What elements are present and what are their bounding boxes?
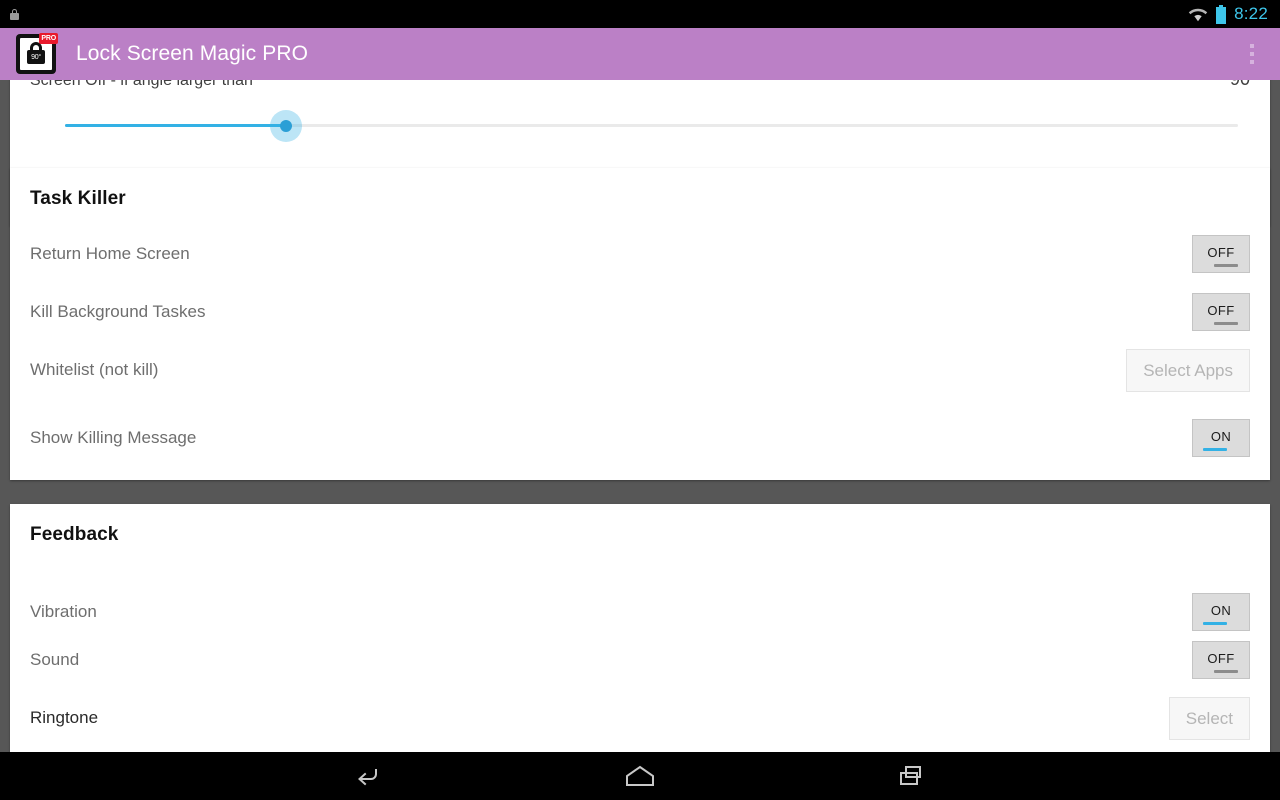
switch-kill-background-taskes-state: OFF — [1207, 302, 1235, 318]
settings-scroll-area[interactable]: Screen Off - if angle larger than 90 Tas… — [0, 80, 1280, 752]
wifi-icon — [1188, 8, 1208, 21]
switch-kill-background-taskes-thumb — [1214, 322, 1238, 325]
lock-icon — [10, 8, 19, 20]
battery-icon — [1216, 4, 1227, 24]
task-killer-card: Task Killer Return Home Screen OFF Kill … — [10, 168, 1270, 480]
pro-badge: PRO — [39, 33, 58, 44]
feedback-card: Feedback Vibration ON Sound OFF Ringtone… — [10, 504, 1270, 752]
switch-vibration[interactable]: ON — [1192, 593, 1250, 631]
screen-off-angle-header: Screen Off - if angle larger than 90 — [30, 80, 1250, 90]
feedback-title: Feedback — [30, 524, 119, 545]
row-show-killing-message[interactable]: Show Killing Message ON — [10, 414, 1270, 462]
angle-slider-fill — [65, 124, 282, 127]
task-killer-title: Task Killer — [30, 188, 126, 209]
switch-return-home-screen-state: OFF — [1207, 244, 1235, 260]
app-bar: 90° PRO Lock Screen Magic PRO — [0, 28, 1280, 80]
switch-vibration-state: ON — [1210, 602, 1232, 618]
recents-icon[interactable] — [876, 754, 948, 798]
switch-return-home-screen[interactable]: OFF — [1192, 235, 1250, 273]
select-apps-button[interactable]: Select Apps — [1126, 348, 1250, 392]
switch-show-killing-message-thumb — [1203, 448, 1227, 451]
row-sound[interactable]: Sound OFF — [10, 636, 1270, 684]
back-icon[interactable] — [332, 754, 404, 798]
android-screen: 8:22 90° PRO Lock Screen Magic PRO Scree… — [0, 0, 1280, 800]
switch-return-home-screen-thumb — [1214, 264, 1238, 267]
switch-sound[interactable]: OFF — [1192, 641, 1250, 679]
row-return-home-screen[interactable]: Return Home Screen OFF — [10, 230, 1270, 278]
switch-sound-state: OFF — [1207, 650, 1235, 666]
switch-vibration-thumb — [1203, 622, 1227, 625]
label-sound: Sound — [30, 650, 80, 669]
overflow-menu-icon[interactable] — [1234, 32, 1270, 76]
row-ringtone[interactable]: Ringtone Select — [10, 694, 1270, 742]
app-icon-degree-label: 90° — [31, 54, 41, 61]
status-bar: 8:22 — [0, 0, 1280, 28]
row-whitelist-not-kill[interactable]: Whitelist (not kill) Select Apps — [10, 346, 1270, 394]
app-icon-lock-90[interactable]: 90° PRO — [16, 33, 58, 74]
home-icon[interactable] — [604, 754, 676, 798]
switch-kill-background-taskes[interactable]: OFF — [1192, 293, 1250, 331]
select-ringtone-button[interactable]: Select — [1168, 696, 1250, 740]
row-kill-background-taskes[interactable]: Kill Background Taskes OFF — [10, 288, 1270, 336]
label-show-killing-message: Show Killing Message — [30, 428, 197, 447]
app-title: Lock Screen Magic PRO — [76, 42, 309, 65]
screen-off-angle-label: Screen Off - if angle larger than — [30, 80, 253, 89]
angle-slider-thumb[interactable] — [280, 120, 292, 132]
label-vibration: Vibration — [30, 602, 97, 621]
label-whitelist-not-kill: Whitelist (not kill) — [30, 360, 159, 379]
navigation-bar — [0, 752, 1280, 800]
label-ringtone: Ringtone — [30, 708, 99, 727]
angle-slider[interactable] — [30, 98, 1250, 154]
status-bar-left — [10, 8, 1188, 20]
switch-sound-thumb — [1214, 670, 1238, 673]
label-kill-background-taskes: Kill Background Taskes — [30, 302, 206, 321]
status-bar-clock: 8:22 — [1234, 4, 1268, 23]
label-return-home-screen: Return Home Screen — [30, 244, 190, 263]
switch-show-killing-message-state: ON — [1210, 428, 1232, 444]
screen-off-angle-value: 90 — [1230, 80, 1250, 90]
switch-show-killing-message[interactable]: ON — [1192, 419, 1250, 457]
status-bar-right: 8:22 — [1188, 4, 1268, 24]
row-vibration[interactable]: Vibration ON — [10, 588, 1270, 636]
